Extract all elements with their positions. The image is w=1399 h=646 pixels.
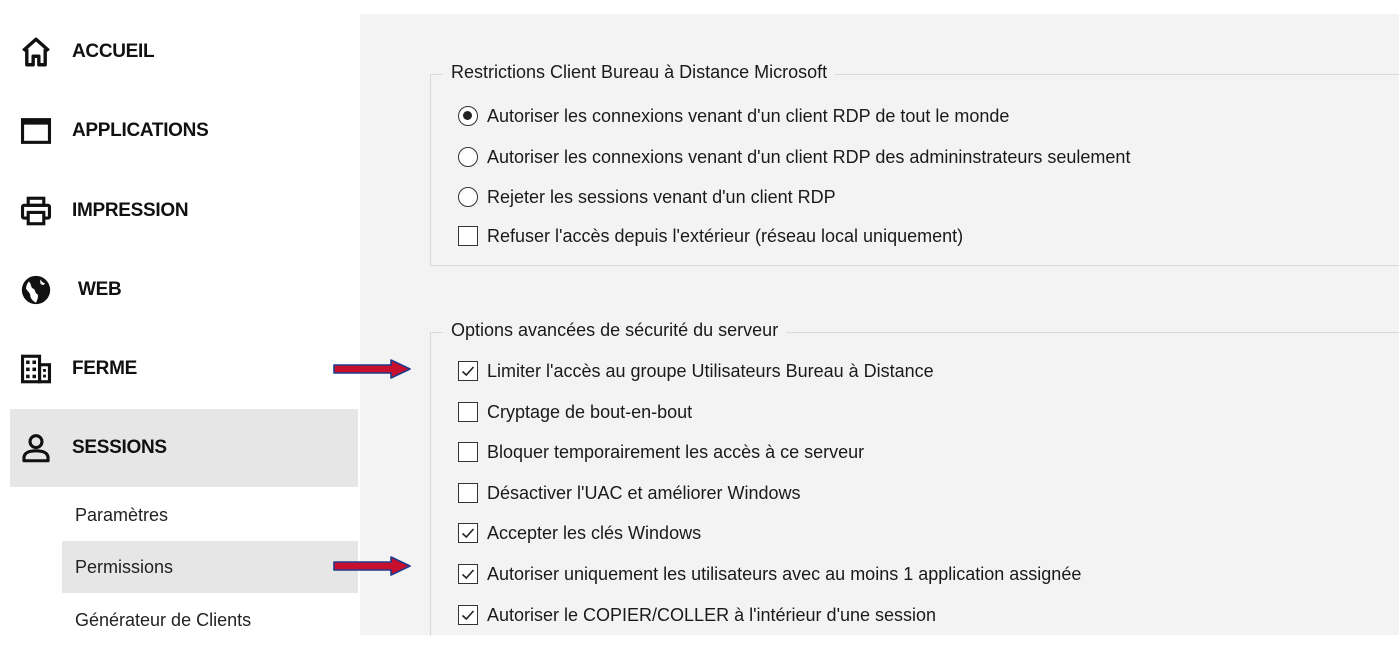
radio-button[interactable] [458, 187, 478, 207]
option-label: Rejeter les sessions venant d'un client … [487, 186, 836, 207]
building-icon [18, 351, 54, 387]
checkbox[interactable] [458, 605, 478, 625]
sidebar-item-sessions[interactable]: SESSIONS [10, 409, 358, 487]
option-label: Accepter les clés Windows [487, 522, 702, 543]
radio-rdp-reject[interactable]: Rejeter les sessions venant d'un client … [458, 185, 836, 209]
sidebar-item-label: APPLICATIONS [72, 120, 209, 141]
sidebar-item-impression[interactable]: IMPRESSION [10, 172, 358, 250]
option-label: Cryptage de bout-en-bout [487, 401, 693, 422]
sidebar-item-label: SESSIONS [72, 437, 167, 458]
checkbox[interactable] [458, 226, 478, 246]
option-label: Autoriser les connexions venant d'un cli… [487, 105, 1010, 126]
radio-rdp-admins-only[interactable]: Autoriser les connexions venant d'un cli… [458, 145, 1130, 169]
checkmark-icon [461, 569, 475, 580]
checkmark-icon [461, 610, 475, 621]
home-icon [18, 34, 54, 70]
option-label: Autoriser les connexions venant d'un cli… [487, 146, 1131, 167]
annotation-arrow-icon [333, 556, 411, 576]
sidebar-item-ferme[interactable]: FERME [10, 330, 358, 408]
sidebar-item-label: FERME [72, 358, 138, 379]
sidebar-item-web[interactable]: WEB [10, 251, 358, 329]
group-title: Restrictions Client Bureau à Distance Mi… [443, 62, 836, 83]
checkbox[interactable] [458, 564, 478, 584]
checkbox[interactable] [458, 442, 478, 462]
checkbox[interactable] [458, 402, 478, 422]
window-icon [18, 113, 54, 149]
option-label: Autoriser le COPIER/COLLER à l'intérieur… [487, 604, 937, 625]
radio-rdp-everyone[interactable]: Autoriser les connexions venant d'un cli… [458, 104, 1009, 128]
annotation-arrow-icon [333, 359, 411, 379]
subnav-item-parametres[interactable]: Paramètres [62, 489, 358, 541]
subnav-item-generateur-clients[interactable]: Générateur de Clients [62, 594, 358, 646]
option-label: Limiter l'accès au groupe Utilisateurs B… [487, 360, 934, 381]
option-label: Désactiver l'UAC et améliorer Windows [487, 482, 801, 503]
sidebar-item-accueil[interactable]: ACCUEIL [10, 13, 358, 91]
radio-button[interactable] [458, 106, 478, 126]
checkbox-allow-copy-paste[interactable]: Autoriser le COPIER/COLLER à l'intérieur… [458, 603, 936, 627]
option-label: Autoriser uniquement les utilisateurs av… [487, 563, 1082, 584]
option-label: Refuser l'accès depuis l'extérieur (rése… [487, 225, 964, 246]
checkbox-disable-uac[interactable]: Désactiver l'UAC et améliorer Windows [458, 481, 801, 505]
checkbox-end-to-end-encryption[interactable]: Cryptage de bout-en-bout [458, 400, 692, 424]
checkbox-users-with-app-only[interactable]: Autoriser uniquement les utilisateurs av… [458, 562, 1081, 586]
sidebar-item-applications[interactable]: APPLICATIONS [10, 92, 358, 170]
checkbox-deny-external[interactable]: Refuser l'accès depuis l'extérieur (rése… [458, 224, 963, 248]
sidebar-item-label: IMPRESSION [72, 200, 189, 221]
checkbox[interactable] [458, 523, 478, 543]
checkbox-block-access[interactable]: Bloquer temporairement les accès à ce se… [458, 440, 864, 464]
sidebar: ACCUEIL APPLICATIONS IMPRESSION WEB FERM… [0, 0, 360, 635]
checkbox-limit-rdu-group[interactable]: Limiter l'accès au groupe Utilisateurs B… [458, 359, 934, 383]
checkbox-accept-windows-keys[interactable]: Accepter les clés Windows [458, 521, 701, 545]
subnav-item-label: Paramètres [75, 504, 169, 525]
subnav-item-permissions[interactable]: Permissions [62, 541, 358, 593]
checkmark-icon [461, 528, 475, 539]
subnav-item-label: Permissions [75, 556, 174, 577]
subnav-item-label: Générateur de Clients [75, 609, 252, 630]
checkmark-icon [461, 366, 475, 377]
radio-button[interactable] [458, 147, 478, 167]
sidebar-item-label: WEB [78, 279, 122, 300]
checkbox[interactable] [458, 483, 478, 503]
group-title: Options avancées de sécurité du serveur [443, 320, 787, 341]
option-label: Bloquer temporairement les accès à ce se… [487, 441, 865, 462]
globe-icon [18, 272, 54, 308]
user-icon [18, 430, 54, 466]
printer-icon [18, 193, 54, 229]
sidebar-item-label: ACCUEIL [72, 41, 155, 62]
checkbox[interactable] [458, 361, 478, 381]
